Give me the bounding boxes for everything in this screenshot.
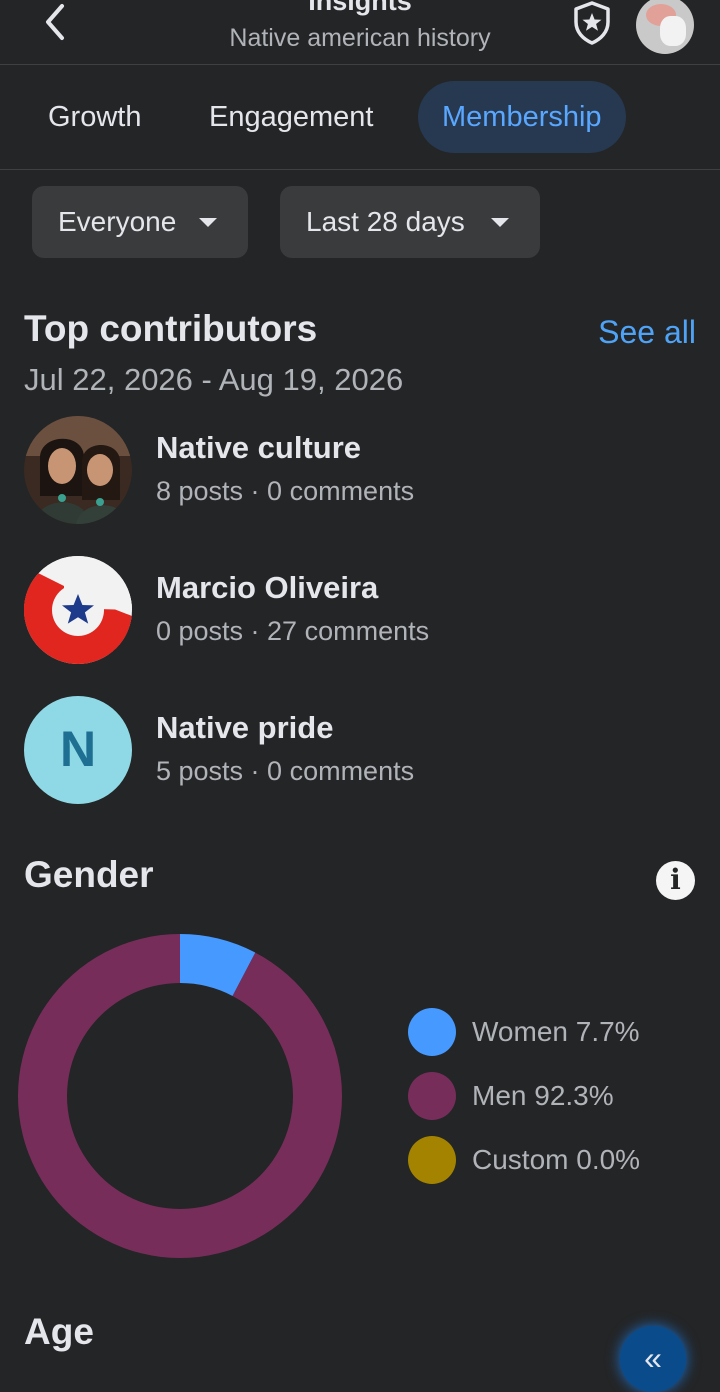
donut-slice-men: [18, 934, 342, 1258]
contributor-row[interactable]: Native culture 8 posts · 0 comments: [24, 416, 714, 526]
period-filter-label: Last 28 days: [306, 206, 465, 237]
tab-growth[interactable]: Growth: [24, 81, 165, 153]
avatar-initial: N: [59, 721, 97, 777]
contributor-name[interactable]: Native culture: [156, 430, 361, 466]
contributor-stats: 5 posts · 0 comments: [156, 756, 415, 786]
top-bar: Insights Native american history: [0, 0, 720, 65]
see-all-link[interactable]: See all: [560, 314, 696, 351]
contributor-stats: 0 posts · 27 comments: [156, 616, 430, 646]
legend-swatch: [408, 1136, 456, 1184]
chevron-down-icon: [199, 218, 217, 227]
top-contributors-title: Top contributors: [24, 308, 318, 349]
contributor-name[interactable]: Native pride: [156, 710, 333, 746]
legend-swatch: [408, 1072, 456, 1120]
shield-icon[interactable]: [570, 0, 614, 46]
legend-label: Custom 0.0%: [472, 1144, 641, 1175]
legend-label: Men 92.3%: [472, 1080, 614, 1111]
contributor-row[interactable]: N Native pride 5 posts · 0 comments: [24, 696, 714, 806]
info-icon[interactable]: i: [656, 861, 695, 900]
period-filter[interactable]: Last 28 days: [280, 186, 540, 258]
contributor-name[interactable]: Marcio Oliveira: [156, 570, 378, 606]
contributor-stats: 8 posts · 0 comments: [156, 476, 415, 506]
scroll-button[interactable]: «: [620, 1326, 686, 1392]
gender-title: Gender: [24, 854, 154, 895]
contributor-avatar[interactable]: N: [24, 696, 132, 804]
tab-membership[interactable]: Membership: [418, 81, 626, 153]
insights-tabs: Growth Engagement Membership: [0, 65, 720, 170]
legend-swatch: [408, 1008, 456, 1056]
date-range: Jul 22, 2026 - Aug 19, 2026: [24, 362, 404, 397]
audience-filter[interactable]: Everyone: [32, 186, 248, 258]
tab-engagement[interactable]: Engagement: [185, 81, 397, 153]
contributor-avatar[interactable]: [24, 416, 132, 524]
age-title: Age: [24, 1311, 94, 1352]
gender-donut-chart: [18, 934, 342, 1258]
contributor-row[interactable]: Marcio Oliveira 0 posts · 27 comments: [24, 556, 714, 666]
chevron-down-icon: [491, 218, 509, 227]
contributor-avatar[interactable]: [24, 556, 132, 664]
legend-label: Women 7.7%: [472, 1016, 640, 1047]
audience-filter-label: Everyone: [58, 206, 177, 237]
double-chevron-left-icon: «: [644, 1340, 662, 1376]
